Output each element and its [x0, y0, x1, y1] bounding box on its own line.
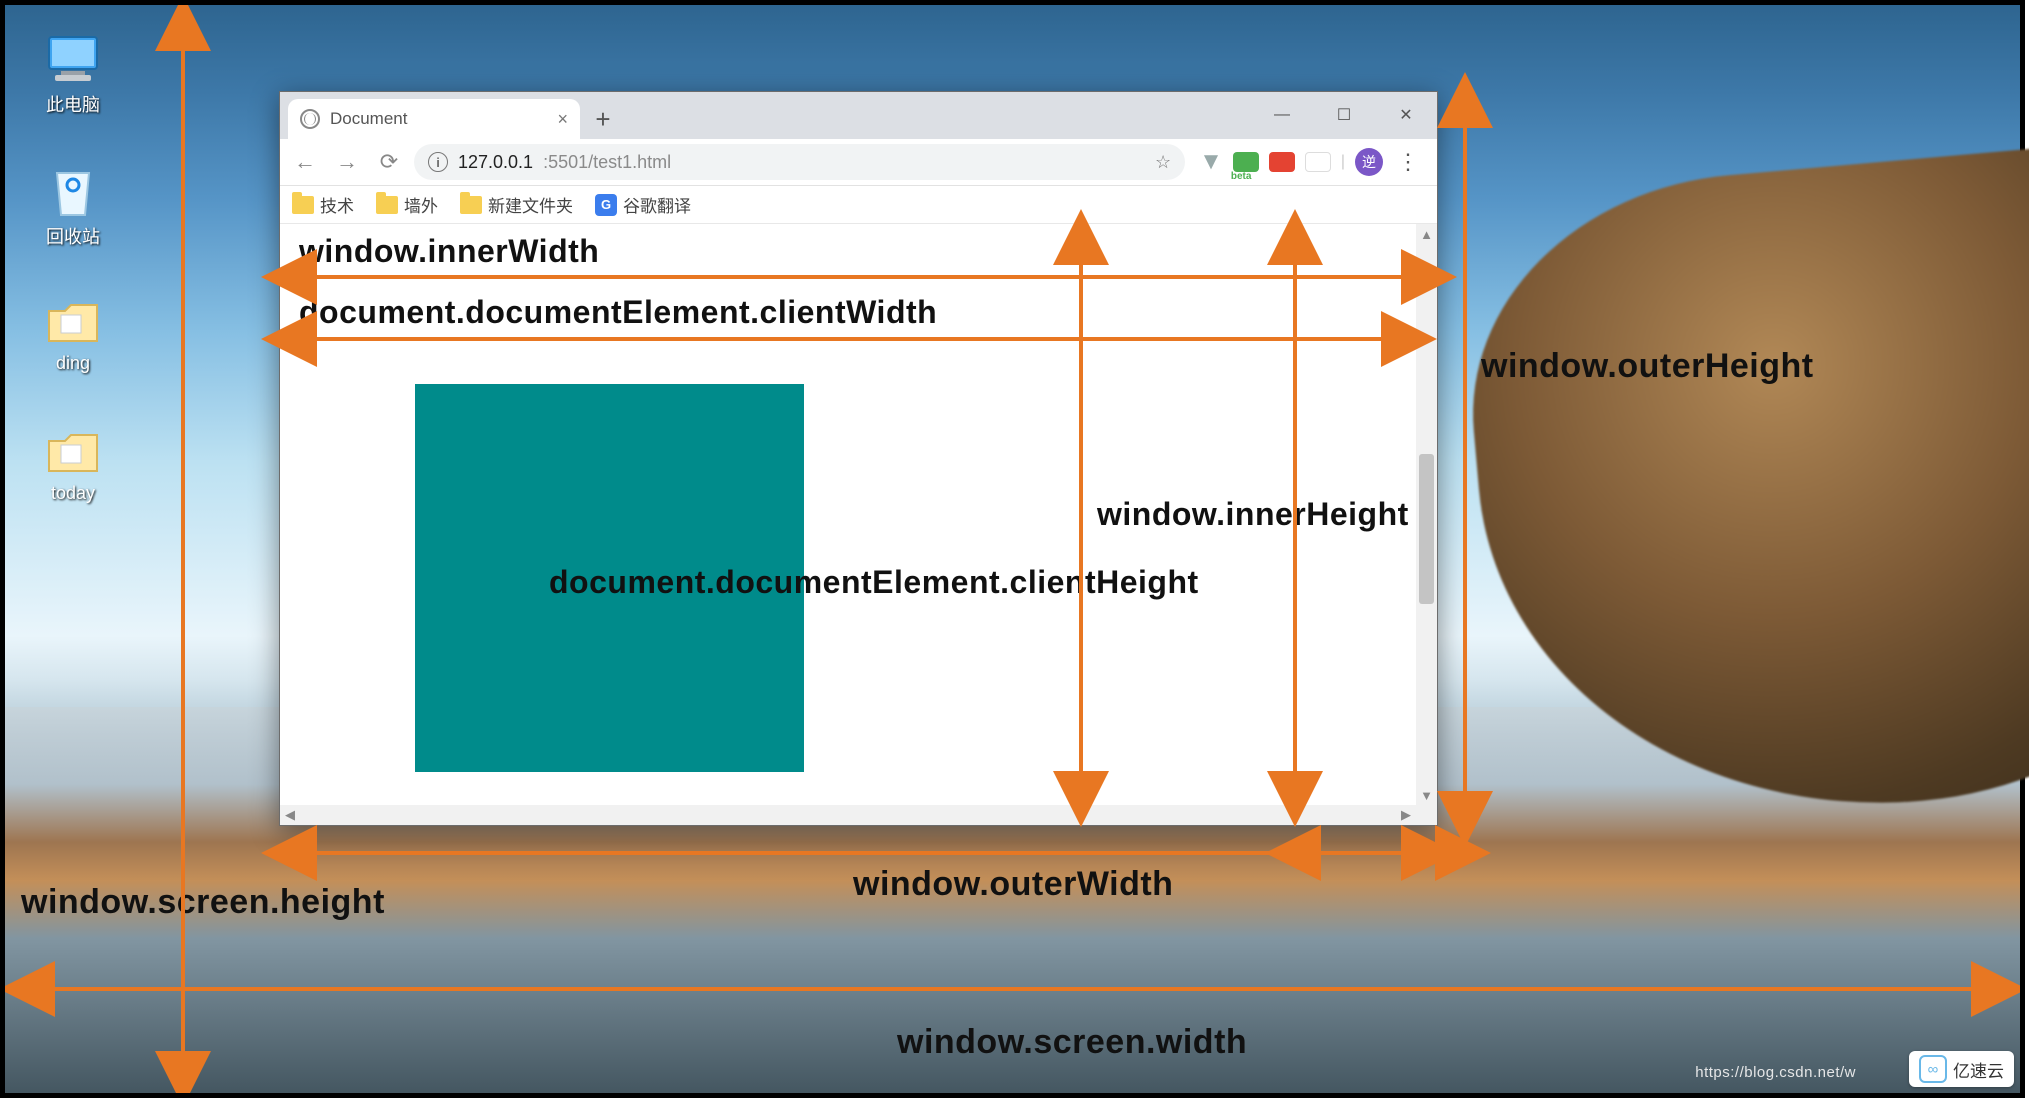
label-screenwidth: window.screen.width — [897, 1023, 1247, 1062]
label-clientwidth: document.documentElement.clientWidth — [299, 294, 937, 331]
desktop-icon-label: today — [51, 483, 95, 503]
scrollbar-thumb[interactable] — [1419, 454, 1434, 604]
folder-icon — [43, 425, 103, 479]
reload-button[interactable]: ⟳ — [372, 145, 406, 179]
bookmark-folder[interactable]: 墙外 — [376, 192, 438, 217]
forward-button[interactable]: → — [330, 145, 364, 179]
window-controls: — ☐ ✕ — [1251, 92, 1437, 138]
back-button[interactable]: ← — [288, 145, 322, 179]
minimize-button[interactable]: — — [1251, 92, 1313, 138]
google-translate-icon: G — [595, 194, 617, 216]
diagram-frame: 此电脑 回收站 ding today Document — [0, 0, 2025, 1098]
globe-icon — [300, 109, 320, 129]
desktop-icon-today[interactable]: today — [33, 425, 113, 504]
ext-vue-icon[interactable]: ▼ — [1199, 148, 1223, 176]
ext-separator: | — [1341, 153, 1345, 171]
desktop-icon-ding[interactable]: ding — [33, 295, 113, 374]
tab-active[interactable]: Document × — [288, 99, 580, 139]
label-clientheight: document.documentElement.clientHeight — [549, 564, 1199, 601]
ext-todoist-icon[interactable] — [1269, 152, 1295, 172]
star-icon[interactable]: ☆ — [1155, 152, 1171, 173]
close-window-button[interactable]: ✕ — [1375, 92, 1437, 138]
label-outerheight: window.outerHeight — [1481, 347, 1814, 386]
bookmark-folder[interactable]: 技术 — [292, 192, 354, 217]
scroll-left-arrow[interactable]: ◀ — [280, 805, 300, 825]
watermark-badge: ∞ 亿速云 — [1909, 1051, 2014, 1087]
address-bar: ← → ⟳ i 127.0.0.1 :5501/test1.html ☆ ▼ be… — [280, 139, 1437, 186]
horizontal-scrollbar[interactable]: ◀ ▶ — [280, 805, 1437, 825]
scroll-right-arrow[interactable]: ▶ — [1396, 805, 1416, 825]
folder-icon — [292, 196, 314, 214]
url-host: 127.0.0.1 — [458, 152, 533, 173]
folder-icon — [376, 196, 398, 214]
bookmark-label: 新建文件夹 — [488, 192, 573, 217]
tab-title: Document — [330, 109, 407, 129]
desktop-icon-label: 此电脑 — [46, 95, 100, 115]
desktop-icon-computer[interactable]: 此电脑 — [33, 33, 113, 117]
desktop-wallpaper: 此电脑 回收站 ding today Document — [5, 5, 2020, 1093]
tab-bar: Document × + — ☐ ✕ — [280, 92, 1437, 139]
bookmark-label: 技术 — [320, 192, 354, 217]
profile-avatar[interactable]: 逆 — [1355, 148, 1383, 176]
label-outerwidth: window.outerWidth — [853, 865, 1173, 904]
scroll-down-arrow[interactable]: ▼ — [1416, 785, 1437, 805]
ext-blank-icon[interactable] — [1305, 152, 1331, 172]
bookmark-label: 墙外 — [404, 192, 438, 217]
bookmarks-bar: 技术 墙外 新建文件夹 G 谷歌翻译 — [280, 186, 1437, 224]
site-info-icon[interactable]: i — [428, 152, 448, 172]
ext-beta-icon[interactable]: beta — [1233, 152, 1259, 172]
maximize-button[interactable]: ☐ — [1313, 92, 1375, 138]
label-screenheight: window.screen.height — [21, 883, 385, 922]
desktop-icon-recyclebin[interactable]: 回收站 — [33, 165, 113, 249]
bookmark-label: 谷歌翻译 — [623, 192, 691, 217]
desktop-icon-label: 回收站 — [46, 227, 100, 247]
label-innerheight: window.innerHeight — [1097, 496, 1409, 533]
vertical-scrollbar[interactable]: ▲ ▼ — [1416, 224, 1437, 805]
label-innerwidth: window.innerWidth — [299, 233, 599, 270]
menu-icon[interactable]: ⋮ — [1393, 149, 1423, 175]
recycle-bin-icon — [43, 165, 103, 219]
desktop-icon-label: ding — [56, 353, 90, 373]
extensions: ▼ beta | 逆 ⋮ — [1193, 148, 1429, 176]
browser-window: Document × + — ☐ ✕ ← → ⟳ i 127.0.0.1 :550… — [279, 91, 1438, 826]
folder-icon — [460, 196, 482, 214]
omnibox[interactable]: i 127.0.0.1 :5501/test1.html ☆ — [414, 144, 1185, 180]
watermark-logo-icon: ∞ — [1919, 1055, 1947, 1083]
computer-icon — [43, 33, 103, 87]
new-tab-button[interactable]: + — [580, 99, 626, 139]
close-tab-icon[interactable]: × — [557, 109, 568, 130]
url-rest: :5501/test1.html — [543, 152, 671, 173]
watermark-text: 亿速云 — [1953, 1057, 2004, 1082]
scroll-up-arrow[interactable]: ▲ — [1416, 224, 1437, 244]
bookmark-gt[interactable]: G 谷歌翻译 — [595, 192, 691, 217]
bookmark-folder[interactable]: 新建文件夹 — [460, 192, 573, 217]
source-url-fragment: https://blog.csdn.net/w — [1695, 1064, 1856, 1081]
folder-icon — [43, 295, 103, 349]
